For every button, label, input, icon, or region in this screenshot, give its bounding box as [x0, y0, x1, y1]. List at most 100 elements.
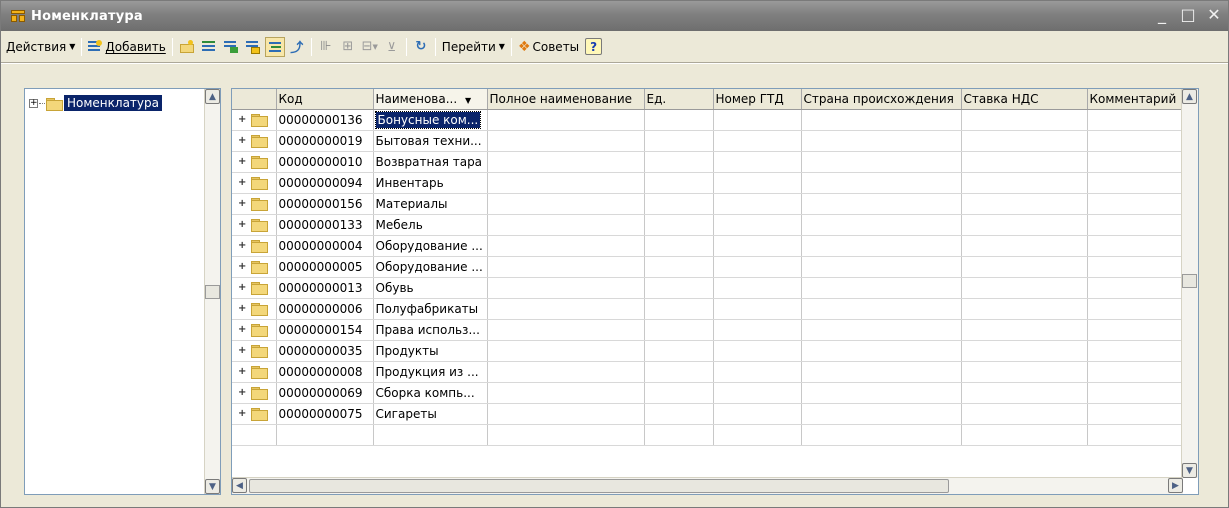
cell-name[interactable]: Обувь	[373, 277, 488, 299]
scroll-left-icon[interactable]: ◀	[232, 478, 247, 493]
column-header-country[interactable]: Страна происхождения	[801, 89, 962, 110]
cell-country[interactable]	[801, 340, 962, 362]
cell-full-name[interactable]	[487, 403, 645, 425]
cell-full-name[interactable]	[487, 130, 645, 152]
table-row[interactable]: +00000000156 Материалы	[232, 193, 1184, 215]
column-header-code[interactable]: Код	[276, 89, 374, 110]
cell-vat[interactable]	[961, 193, 1088, 215]
table-row[interactable]: +00000000154 Права использ...	[232, 319, 1184, 341]
cell-comment[interactable]	[1087, 109, 1184, 131]
cell-vat[interactable]	[961, 235, 1088, 257]
cell-unit[interactable]	[644, 109, 714, 131]
cell-unit[interactable]	[644, 403, 714, 425]
refresh-button[interactable]: ↻	[411, 37, 431, 57]
row-marker[interactable]: +	[232, 256, 277, 278]
cell-code[interactable]: 00000000136	[276, 109, 374, 131]
cell-vat[interactable]	[961, 130, 1088, 152]
table-row[interactable]: +00000000006 Полуфабрикаты	[232, 298, 1184, 320]
goto-menu-button[interactable]: Перейти ▼	[439, 36, 508, 58]
cell-vat[interactable]	[961, 109, 1088, 131]
cell-name[interactable]: Продукция из ...	[373, 361, 488, 383]
up-level-button[interactable]: ⤴	[287, 37, 307, 57]
tips-button[interactable]: ❖ Советы	[515, 36, 582, 58]
cell-comment[interactable]	[1087, 298, 1184, 320]
expand-arrow-icon[interactable]: +	[238, 114, 246, 125]
tree-item-root[interactable]: + Номенклатура	[29, 94, 162, 112]
cell-vat[interactable]	[961, 403, 1088, 425]
cell-vat[interactable]	[961, 214, 1088, 236]
row-marker[interactable]: +	[232, 151, 277, 173]
cell-name[interactable]: Материалы	[373, 193, 488, 215]
scroll-right-icon[interactable]: ▶	[1168, 478, 1183, 493]
cell-code[interactable]: 00000000156	[276, 193, 374, 215]
close-button[interactable]: ✕	[1206, 5, 1222, 25]
cell-vat[interactable]	[961, 361, 1088, 383]
cell-code[interactable]: 00000000013	[276, 277, 374, 299]
row-marker[interactable]: +	[232, 214, 277, 236]
cell-gtd[interactable]	[713, 109, 802, 131]
expand-arrow-icon[interactable]: +	[238, 240, 246, 251]
expand-arrow-icon[interactable]: +	[238, 324, 246, 335]
filter-by-value-button[interactable]: ⊞	[338, 37, 358, 57]
add-button[interactable]: Добавить	[85, 36, 168, 58]
cell-comment[interactable]	[1087, 319, 1184, 341]
cell-gtd[interactable]	[713, 172, 802, 194]
row-marker[interactable]: +	[232, 172, 277, 194]
column-header-vat[interactable]: Ставка НДС	[961, 89, 1088, 110]
cell-gtd[interactable]	[713, 319, 802, 341]
cell-gtd[interactable]	[713, 361, 802, 383]
delete-mark-button[interactable]	[243, 37, 263, 57]
scroll-thumb[interactable]	[1182, 274, 1197, 288]
cell-full-name[interactable]	[487, 277, 645, 299]
cell-country[interactable]	[801, 214, 962, 236]
expand-arrow-icon[interactable]: +	[238, 219, 246, 230]
cell-unit[interactable]	[644, 256, 714, 278]
table-row[interactable]: +00000000094 Инвентарь	[232, 172, 1184, 194]
cell-comment[interactable]	[1087, 256, 1184, 278]
cell-comment[interactable]	[1087, 382, 1184, 404]
cell-full-name[interactable]	[487, 151, 645, 173]
cell-country[interactable]	[801, 298, 962, 320]
scroll-thumb[interactable]	[205, 285, 220, 299]
row-marker[interactable]: +	[232, 340, 277, 362]
cell-country[interactable]	[801, 130, 962, 152]
cell-name[interactable]: Сигареты	[373, 403, 488, 425]
row-marker[interactable]: +	[232, 382, 277, 404]
cell-name[interactable]: Бонусные ком...	[373, 109, 488, 131]
cell-vat[interactable]	[961, 298, 1088, 320]
cell-code[interactable]: 00000000019	[276, 130, 374, 152]
expand-arrow-icon[interactable]: +	[238, 198, 246, 209]
cell-country[interactable]	[801, 277, 962, 299]
cell-code[interactable]: 00000000006	[276, 298, 374, 320]
cell-gtd[interactable]	[713, 151, 802, 173]
column-header-name[interactable]: Наименова... ▼	[373, 89, 488, 110]
table-row[interactable]: +00000000136 Бонусные ком...	[232, 109, 1184, 131]
cell-comment[interactable]	[1087, 130, 1184, 152]
cell-comment[interactable]	[1087, 340, 1184, 362]
expand-arrow-icon[interactable]: +	[238, 408, 246, 419]
cell-code[interactable]: 00000000154	[276, 319, 374, 341]
row-marker[interactable]: +	[232, 277, 277, 299]
table-row[interactable]: +00000000005 Оборудование ...	[232, 256, 1184, 278]
cell-country[interactable]	[801, 319, 962, 341]
cell-name[interactable]: Полуфабрикаты	[373, 298, 488, 320]
cell-vat[interactable]	[961, 172, 1088, 194]
expand-arrow-icon[interactable]: +	[238, 387, 246, 398]
cell-name[interactable]: Права использ...	[373, 319, 488, 341]
cell-code[interactable]: 00000000133	[276, 214, 374, 236]
cell-full-name[interactable]	[487, 319, 645, 341]
table-row[interactable]: +00000000075 Сигареты	[232, 403, 1184, 425]
filter-button[interactable]: ⊪	[316, 37, 336, 57]
column-header-full-name[interactable]: Полное наименование	[487, 89, 645, 110]
cell-gtd[interactable]	[713, 130, 802, 152]
cell-country[interactable]	[801, 361, 962, 383]
cell-gtd[interactable]	[713, 214, 802, 236]
cell-name[interactable]: Мебель	[373, 214, 488, 236]
cell-gtd[interactable]	[713, 340, 802, 362]
cell-full-name[interactable]	[487, 298, 645, 320]
filter-history-button[interactable]: ⊟ ▼	[360, 37, 380, 57]
cell-vat[interactable]	[961, 340, 1088, 362]
cell-unit[interactable]	[644, 130, 714, 152]
cell-vat[interactable]	[961, 382, 1088, 404]
cell-comment[interactable]	[1087, 172, 1184, 194]
